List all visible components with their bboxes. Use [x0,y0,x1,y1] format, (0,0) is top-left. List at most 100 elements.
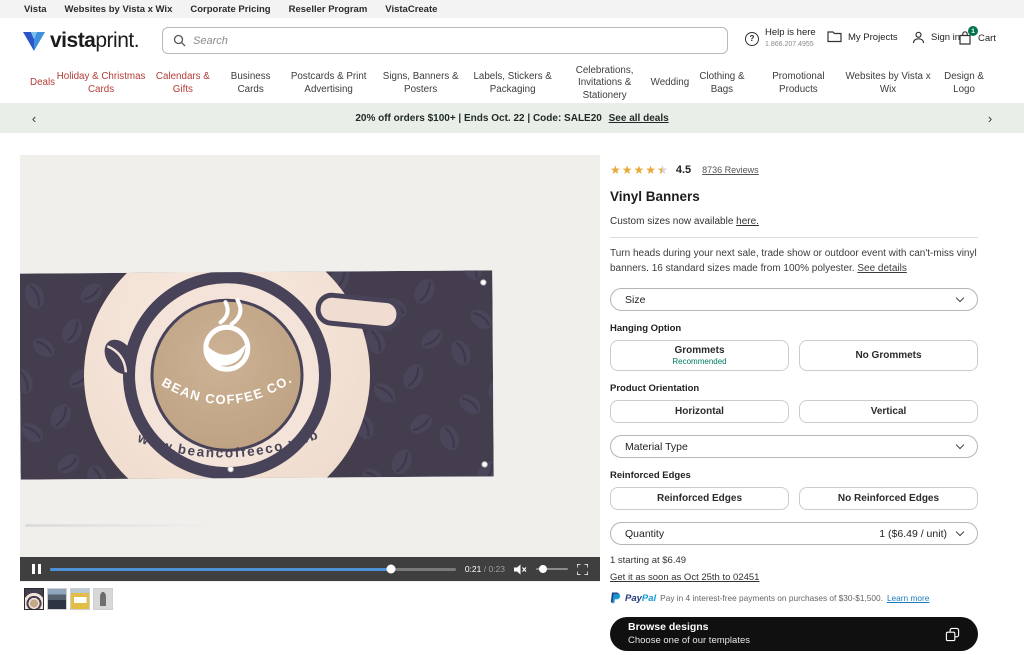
cart-label: Cart [978,32,996,44]
custom-sizes-link[interactable]: here. [736,216,759,227]
search-input[interactable] [193,34,717,47]
nav-wedding[interactable]: Wedding [651,77,690,89]
material-type-label: Material Type [625,440,688,453]
promo-prev-button[interactable]: ‹ [14,103,54,133]
vertical-label: Vertical [870,406,907,417]
paypal-wordmark: PayPal [625,593,656,604]
nav-signs-banners-posters[interactable]: Signs, Banners & Posters [375,71,467,95]
search-icon [173,34,186,47]
nav-labels-stickers-packaging[interactable]: Labels, Stickers & Packaging [467,71,559,95]
video-time: 0:21 / 0:23 [465,564,505,574]
templates-icon [945,627,960,641]
promo-see-all-deals-link[interactable]: See all deals [609,113,669,124]
promo-next-button[interactable]: › [970,103,1010,133]
header: vistaprint. ? Help is here 1.866.207.495… [0,18,1024,64]
chevron-down-icon [955,527,965,537]
quantity-value: 1 ($6.49 / unit) [879,527,947,540]
video-duration: 0:23 [488,564,505,574]
sign-in-button[interactable]: Sign in [912,31,960,44]
utility-nav: Vista Websites by Vista x Wix Corporate … [0,0,1024,18]
paypal-learn-more-link[interactable]: Learn more [887,593,929,603]
nav-celebrations-invitations-stationery[interactable]: Celebrations, Invitations & Stationery [559,65,651,102]
help-menu[interactable]: ? Help is here 1.866.207.4955 [745,27,816,50]
folder-icon [827,31,842,43]
vertical-button[interactable]: Vertical [799,400,978,423]
utility-link-vistacreate[interactable]: VistaCreate [385,4,437,15]
chevron-down-icon [955,440,965,450]
nav-websites-vista-wix[interactable]: Websites by Vista x Wix [842,71,934,95]
nav-business-cards[interactable]: Business Cards [219,71,283,95]
vistaprint-product-page: Vista Websites by Vista x Wix Corporate … [0,0,1024,655]
reinforced-edges-button[interactable]: Reinforced Edges [610,487,789,510]
nav-promotional-products[interactable]: Promotional Products [755,71,842,95]
video-controls: 0:21 / 0:23 [20,557,600,581]
thumbnail-banner-video[interactable] [24,588,44,610]
my-projects-button[interactable]: My Projects [827,31,898,43]
main-nav: Deals Holiday & Christmas Cards Calendar… [0,64,1024,103]
hanging-option-label: Hanging Option [610,323,682,334]
star-icon: ★ [610,163,621,177]
vistaprint-v-icon [23,32,45,51]
video-progress-knob[interactable] [386,564,396,574]
utility-link-corporate-pricing[interactable]: Corporate Pricing [190,4,270,15]
no-reinforced-edges-button[interactable]: No Reinforced Edges [799,487,978,510]
cart-count-badge: 1 [968,26,978,36]
delivery-estimate-link[interactable]: Get it as soon as Oct 25th to 02451 [610,572,759,583]
rating-score: 4.5 [675,164,692,176]
material-type-select[interactable]: Material Type [610,435,978,458]
nav-clothing-bags[interactable]: Clothing & Bags [689,71,755,95]
reviews-link[interactable]: 8736 Reviews [702,165,759,175]
product-media-viewer[interactable]: BEAN COFFEE CO. www.beancoffeeco.web 0:2… [20,155,600,582]
my-projects-label: My Projects [848,31,898,43]
mute-icon[interactable] [514,564,527,575]
see-details-link[interactable]: See details [857,263,906,274]
vistaprint-logo[interactable]: vistaprint. [22,29,140,53]
quantity-select[interactable]: Quantity 1 ($6.49 / unit) [610,522,978,545]
pause-button[interactable] [32,564,41,574]
nav-calendars-gifts[interactable]: Calendars & Gifts [147,71,219,95]
search-bar [162,27,728,54]
video-progress-bar[interactable] [50,564,456,574]
banner-shadow [25,524,215,527]
fullscreen-button[interactable] [577,563,588,575]
nav-design-logo[interactable]: Design & Logo [934,71,994,95]
product-description: Turn heads during your next sale, trade … [610,246,978,276]
cart-button[interactable]: 1 Cart [958,26,996,45]
volume-slider[interactable] [536,565,568,573]
utility-link-reseller-program[interactable]: Reseller Program [289,4,368,15]
horizontal-button[interactable]: Horizontal [610,400,789,423]
product-config-panel: ★ ★ ★ ★ ★★ 4.5 8736 Reviews Vinyl Banner… [610,164,978,655]
no-grommets-label: No Grommets [855,350,922,361]
orientation-row: Horizontal Vertical [610,400,978,423]
hanging-option-row: Grommets Recommended No Grommets [610,340,978,371]
grommets-button[interactable]: Grommets Recommended [610,340,789,371]
product-title: Vinyl Banners [610,189,700,204]
thumbnail-person-photo[interactable] [93,588,113,610]
nav-deals[interactable]: Deals [30,77,55,89]
volume-knob[interactable] [539,565,548,573]
no-grommets-button[interactable]: No Grommets [799,340,978,371]
nav-holiday-christmas-cards[interactable]: Holiday & Christmas Cards [55,71,147,95]
browse-designs-button[interactable]: Browse designs Choose one of our templat… [610,617,978,651]
no-reinforced-edges-label: No Reinforced Edges [837,493,940,504]
utility-link-websites[interactable]: Websites by Vista x Wix [65,4,173,15]
thumbnail-storefront-photo[interactable] [70,588,90,610]
star-fill: ★ [657,164,662,176]
size-select[interactable]: Size [610,288,978,311]
star-icon-half: ★★ [657,164,668,176]
nav-postcards-print-advertising[interactable]: Postcards & Print Advertising [283,71,375,95]
star-icon: ★ [621,163,633,177]
paypal-text: Pay in 4 interest-free payments on purch… [660,593,883,603]
chevron-down-icon [955,293,965,303]
logo-wordmark: vistaprint. [50,29,140,53]
banner-preview: BEAN COFFEE CO. www.beancoffeeco.web [20,270,494,480]
reinforced-edges-row: Reinforced Edges No Reinforced Edges [610,487,978,510]
video-progress-fill [50,567,391,571]
promo-text: 20% off orders $100+ | Ends Oct. 22 | Co… [355,113,668,124]
logo-print: print. [95,29,140,52]
utility-link-vista[interactable]: Vista [24,4,47,15]
star-rating: ★ ★ ★ ★ ★★ [610,164,668,176]
grommets-label: Grommets [674,345,725,356]
reinforced-edges-label: Reinforced Edges [610,470,691,481]
thumbnail-outdoor-photo[interactable] [47,588,67,610]
